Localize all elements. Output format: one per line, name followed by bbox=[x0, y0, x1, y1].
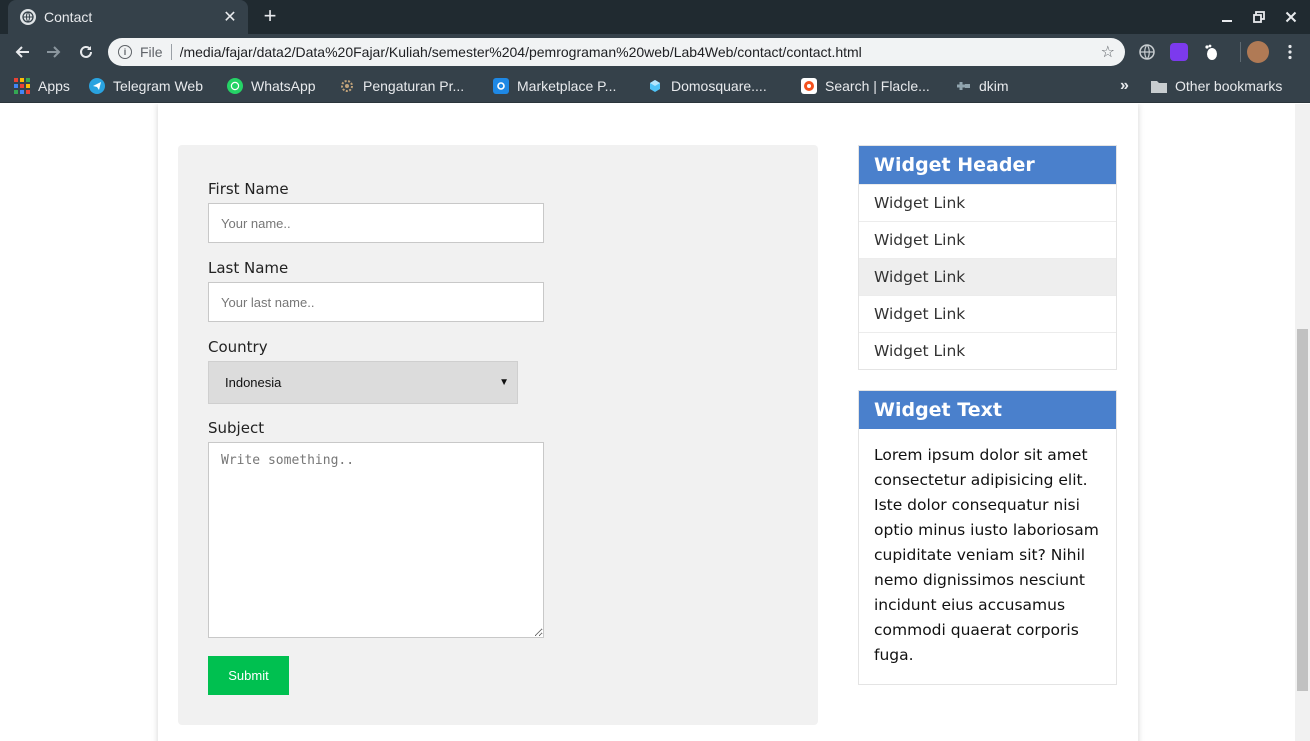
first-name-input[interactable] bbox=[208, 203, 544, 243]
bookmark-label: Apps bbox=[38, 78, 70, 94]
address-separator bbox=[170, 44, 172, 60]
widget-link-3[interactable]: Widget Link bbox=[859, 258, 1116, 295]
widget-link-4[interactable]: Widget Link bbox=[859, 295, 1116, 332]
country-selected-value: Indonesia bbox=[225, 375, 282, 390]
whatsapp-icon bbox=[227, 78, 243, 94]
bookmark-label: Domosquare.... bbox=[671, 78, 767, 94]
settings-site-icon bbox=[339, 78, 355, 94]
contact-form: First Name Last Name Country Indonesia ▼… bbox=[178, 145, 818, 725]
widget-link-1[interactable]: Widget Link bbox=[859, 184, 1116, 221]
widget-link-2[interactable]: Widget Link bbox=[859, 221, 1116, 258]
bookmark-label: WhatsApp bbox=[251, 78, 316, 94]
reload-icon[interactable] bbox=[76, 42, 96, 62]
browser-tab[interactable]: Contact ✕ bbox=[8, 0, 248, 34]
bookmark-pengaturan[interactable]: Pengaturan Pr... bbox=[339, 76, 464, 96]
page-viewport: First Name Last Name Country Indonesia ▼… bbox=[0, 104, 1295, 741]
bookmark-telegram[interactable]: Telegram Web bbox=[89, 76, 203, 96]
globe-extension-icon[interactable] bbox=[1138, 43, 1156, 61]
minimize-window-icon[interactable] bbox=[1218, 9, 1236, 25]
domosquare-icon bbox=[647, 78, 663, 94]
submit-button[interactable]: Submit bbox=[208, 656, 289, 695]
chevron-double-right-icon: » bbox=[1120, 77, 1129, 94]
purple-extension-icon[interactable] bbox=[1170, 43, 1188, 61]
browser-menu-icon[interactable] bbox=[1281, 43, 1299, 61]
other-bookmarks-folder[interactable]: Other bookmarks bbox=[1151, 76, 1282, 96]
bookmark-dkim[interactable]: dkim bbox=[955, 76, 1009, 96]
subject-label: Subject bbox=[208, 419, 265, 437]
page-scrollbar-thumb[interactable] bbox=[1297, 329, 1308, 691]
restore-window-icon[interactable] bbox=[1250, 9, 1268, 25]
forward-arrow-icon[interactable] bbox=[44, 42, 64, 62]
new-tab-button[interactable]: + bbox=[259, 5, 281, 27]
page-container: First Name Last Name Country Indonesia ▼… bbox=[158, 104, 1138, 741]
browser-toolbar: i File /media/fajar/data2/Data%20Fajar/K… bbox=[0, 34, 1310, 70]
text-widget: Widget Text Lorem ipsum dolor sit amet c… bbox=[858, 390, 1117, 685]
tab-title: Contact bbox=[44, 9, 93, 25]
last-name-label: Last Name bbox=[208, 259, 289, 277]
bookmark-marketplace[interactable]: Marketplace P... bbox=[493, 76, 616, 96]
flaticon-icon bbox=[801, 78, 817, 94]
bookmark-label: Telegram Web bbox=[113, 78, 204, 94]
bookmark-whatsapp[interactable]: WhatsApp bbox=[227, 76, 316, 96]
telegram-icon bbox=[89, 78, 105, 94]
country-label: Country bbox=[208, 338, 268, 356]
globe-icon bbox=[20, 9, 36, 25]
last-name-input[interactable] bbox=[208, 282, 544, 322]
widget-link-5[interactable]: Widget Link bbox=[859, 332, 1116, 369]
gnome-extension-icon[interactable] bbox=[1202, 43, 1220, 61]
bookmark-apps[interactable]: Apps bbox=[14, 76, 70, 96]
close-window-icon[interactable] bbox=[1282, 9, 1300, 25]
chevron-down-icon: ▼ bbox=[499, 377, 509, 388]
bookmark-label: dkim bbox=[979, 78, 1009, 94]
back-arrow-icon[interactable] bbox=[12, 42, 32, 62]
bookmark-star-icon[interactable]: ☆ bbox=[1101, 42, 1115, 62]
bookmark-domosquare[interactable]: Domosquare.... bbox=[647, 76, 767, 96]
browser-tab-strip: Contact ✕ + bbox=[0, 0, 1310, 34]
bookmark-flaticon[interactable]: Search | Flacle... bbox=[801, 76, 930, 96]
bookmarks-overflow-button[interactable]: » bbox=[1120, 76, 1129, 96]
first-name-label: First Name bbox=[208, 180, 289, 198]
other-bookmarks-label: Other bookmarks bbox=[1175, 78, 1283, 94]
site-info-icon[interactable]: i bbox=[118, 45, 132, 59]
subject-textarea[interactable] bbox=[208, 442, 544, 638]
dkim-icon bbox=[955, 78, 971, 94]
country-select[interactable]: Indonesia ▼ bbox=[208, 361, 518, 404]
widget-text-body: Lorem ipsum dolor sit amet consectetur a… bbox=[874, 446, 1099, 664]
bookmark-label: Search | Flacle... bbox=[825, 78, 930, 94]
bookmark-label: Pengaturan Pr... bbox=[363, 78, 465, 94]
url-scheme-label: File bbox=[140, 44, 163, 60]
widget-header: Widget Header bbox=[859, 146, 1116, 184]
apps-grid-icon bbox=[14, 78, 30, 94]
links-widget: Widget Header Widget Link Widget Link Wi… bbox=[858, 145, 1117, 370]
marketplace-icon bbox=[493, 78, 509, 94]
bookmarks-bar: Apps Telegram Web WhatsApp Pengaturan Pr… bbox=[0, 70, 1310, 103]
tab-close-icon[interactable]: ✕ bbox=[222, 7, 238, 27]
bookmark-label: Marketplace P... bbox=[517, 78, 617, 94]
toolbar-divider bbox=[1240, 42, 1241, 62]
widget-text-header: Widget Text bbox=[859, 391, 1116, 429]
url-text[interactable]: /media/fajar/data2/Data%20Fajar/Kuliah/s… bbox=[180, 44, 1101, 60]
address-bar[interactable]: i File /media/fajar/data2/Data%20Fajar/K… bbox=[108, 38, 1125, 66]
folder-icon bbox=[1151, 78, 1167, 94]
profile-avatar[interactable] bbox=[1247, 41, 1269, 63]
